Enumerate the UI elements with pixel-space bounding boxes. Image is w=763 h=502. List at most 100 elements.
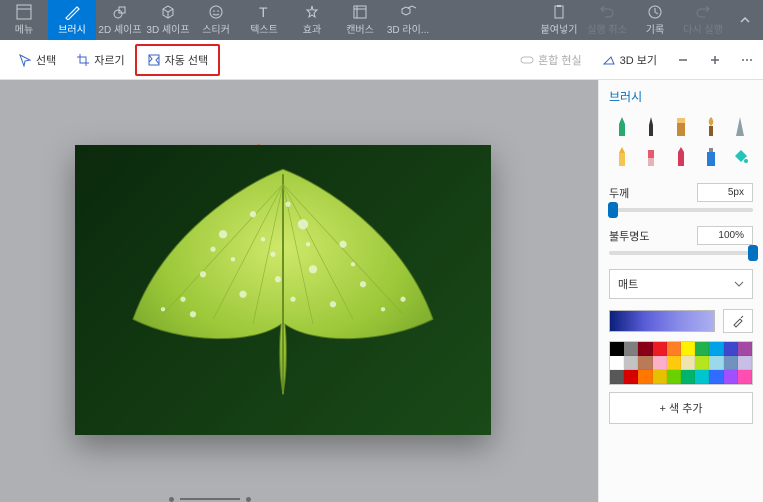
palette-color[interactable] <box>695 370 709 384</box>
canvas-workspace[interactable] <box>0 80 598 502</box>
more-button[interactable] <box>731 40 763 80</box>
svg-text:T: T <box>259 4 268 20</box>
scrub-track <box>180 498 240 500</box>
brush-watercolor[interactable] <box>698 115 724 139</box>
brush-marker[interactable] <box>609 115 635 139</box>
palette-color[interactable] <box>610 342 624 356</box>
palette-color[interactable] <box>724 356 738 370</box>
brush-crayon[interactable] <box>668 145 694 169</box>
palette-color[interactable] <box>738 370 752 384</box>
undo-button[interactable]: 실행 취소 <box>583 0 631 40</box>
current-color-row <box>609 309 753 333</box>
palette-color[interactable] <box>653 356 667 370</box>
opacity-input[interactable]: 100% <box>697 226 753 245</box>
toolbar-right: 혼합 현실 3D 보기 <box>510 40 763 80</box>
top-menubar: 메뉴 브러시 2D 셰이프 3D 셰이프 스티커 T 텍스트 효과 캔버스 3D… <box>0 0 763 40</box>
view3d-label: 3D 보기 <box>620 52 657 68</box>
history-button[interactable]: 기록 <box>631 0 679 40</box>
shape2d-label: 2D 셰이프 <box>98 21 141 36</box>
mixed-reality-button[interactable]: 혼합 현실 <box>510 46 592 74</box>
panel-title: 브러시 <box>609 88 753 105</box>
palette-color[interactable] <box>709 342 723 356</box>
opacity-slider-thumb[interactable] <box>748 245 758 261</box>
palette-color[interactable] <box>738 356 752 370</box>
zoom-out-button[interactable] <box>667 40 699 80</box>
palette-color[interactable] <box>653 370 667 384</box>
brush-pixel[interactable] <box>727 115 753 139</box>
select-label: 선택 <box>36 52 56 68</box>
thickness-slider[interactable] <box>609 208 753 212</box>
palette-color[interactable] <box>724 342 738 356</box>
brush-oil[interactable] <box>668 115 694 139</box>
thickness-input[interactable]: 5px <box>697 183 753 202</box>
shape3d-tab[interactable]: 3D 셰이프 <box>144 0 192 40</box>
current-color-swatch[interactable] <box>609 310 715 332</box>
palette-color[interactable] <box>653 342 667 356</box>
canvas-scrubber[interactable] <box>169 496 429 502</box>
top-right-group: 붙여넣기 실행 취소 기록 다시 실행 <box>535 0 763 40</box>
palette-color[interactable] <box>638 370 652 384</box>
canvas-tab[interactable]: 캔버스 <box>336 0 384 40</box>
history-label: 기록 <box>646 21 664 36</box>
zoom-in-button[interactable] <box>699 40 731 80</box>
undo-label: 실행 취소 <box>587 21 627 36</box>
opacity-slider[interactable] <box>609 251 753 255</box>
opacity-row: 불투명도 100% <box>609 226 753 245</box>
brush-tab[interactable]: 브러시 <box>48 0 96 40</box>
palette-color[interactable] <box>724 370 738 384</box>
palette-color[interactable] <box>738 342 752 356</box>
main-area: 브러시 두께 5px 불투명도 100% 매트 <box>0 80 763 502</box>
library3d-tab[interactable]: 3D 라이... <box>384 0 432 40</box>
paste-button[interactable]: 붙여넣기 <box>535 0 583 40</box>
palette-color[interactable] <box>681 342 695 356</box>
text-tab[interactable]: T 텍스트 <box>240 0 288 40</box>
redo-button[interactable]: 다시 실행 <box>679 0 727 40</box>
canvas-image[interactable] <box>75 145 491 435</box>
palette-color[interactable] <box>695 356 709 370</box>
palette-color[interactable] <box>709 356 723 370</box>
lib3d-label: 3D 라이... <box>387 21 429 36</box>
brush-spray[interactable] <box>698 145 724 169</box>
shape2d-tab[interactable]: 2D 셰이프 <box>96 0 144 40</box>
sticker-tab[interactable]: 스티커 <box>192 0 240 40</box>
collapse-ribbon-button[interactable] <box>727 0 763 40</box>
sticker-label: 스티커 <box>202 21 230 36</box>
palette-color[interactable] <box>624 342 638 356</box>
leaf-image-content <box>103 144 463 409</box>
eyedropper-icon <box>731 314 745 328</box>
palette-color[interactable] <box>610 356 624 370</box>
palette-color[interactable] <box>695 342 709 356</box>
select-tool[interactable]: 선택 <box>8 46 66 74</box>
side-panel: 브러시 두께 5px 불투명도 100% 매트 <box>598 80 763 502</box>
palette-color[interactable] <box>624 356 638 370</box>
shape3d-label: 3D 셰이프 <box>146 21 189 36</box>
eyedropper-button[interactable] <box>723 309 753 333</box>
palette-color[interactable] <box>667 370 681 384</box>
palette-color[interactable] <box>624 370 638 384</box>
menu-label: 메뉴 <box>15 21 33 36</box>
palette-color[interactable] <box>709 370 723 384</box>
brush-calligraphy[interactable] <box>639 115 665 139</box>
palette-color[interactable] <box>681 370 695 384</box>
thickness-slider-thumb[interactable] <box>608 202 618 218</box>
effects-tab[interactable]: 효과 <box>288 0 336 40</box>
brush-eraser[interactable] <box>639 145 665 169</box>
palette-color[interactable] <box>681 356 695 370</box>
palette-color[interactable] <box>667 342 681 356</box>
text-label: 텍스트 <box>250 21 278 36</box>
crop-tool[interactable]: 자르기 <box>66 46 134 74</box>
palette-color[interactable] <box>610 370 624 384</box>
add-color-button[interactable]: + 색 추가 <box>609 392 753 424</box>
material-select[interactable]: 매트 <box>609 269 753 299</box>
scrub-dot-icon <box>246 497 251 502</box>
opacity-label: 불투명도 <box>609 228 649 244</box>
palette-color[interactable] <box>638 342 652 356</box>
palette-color[interactable] <box>667 356 681 370</box>
view3d-button[interactable]: 3D 보기 <box>592 46 667 74</box>
canvas-label: 캔버스 <box>346 21 374 36</box>
palette-color[interactable] <box>638 356 652 370</box>
autoselect-tool[interactable]: 자동 선택 <box>135 44 221 76</box>
menu-button[interactable]: 메뉴 <box>0 0 48 40</box>
brush-fill[interactable] <box>727 145 753 169</box>
brush-pencil[interactable] <box>609 145 635 169</box>
